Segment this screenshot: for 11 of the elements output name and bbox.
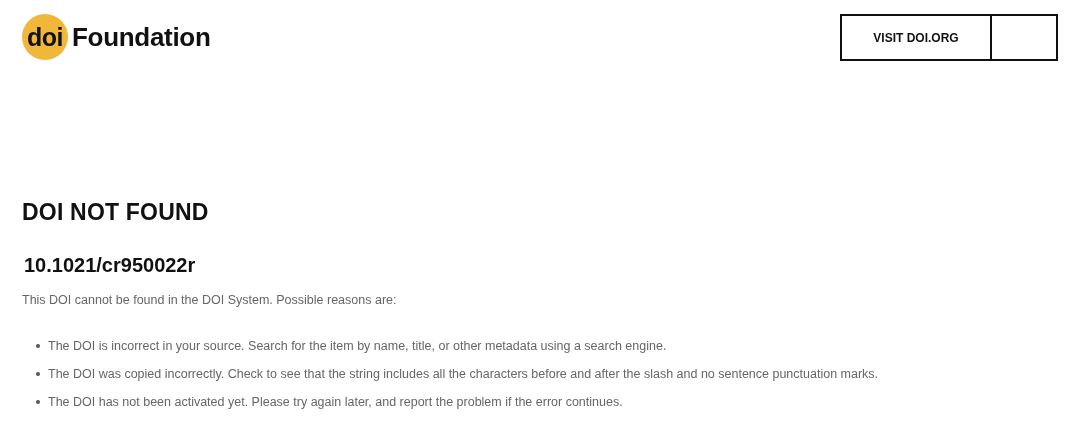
reason-text: The DOI was copied incorrectly. Check to see that the string includes all the characters before and after the slash and no sentence punctuation marks. — [48, 367, 879, 381]
doi-identifier: 10.1021/cr950022r — [24, 254, 197, 277]
bullet-icon — [36, 400, 40, 404]
bullet-icon — [36, 344, 40, 348]
logo-text: Foundation — [72, 21, 211, 53]
reason-text: The DOI has not been activated yet. Please try again later, and report the problem if the error continues. — [48, 395, 623, 409]
intro-text: This DOI cannot be found in the DOI System. Possible reasons are: — [22, 293, 398, 307]
bullet-icon — [36, 372, 40, 376]
reason-text: The DOI is incorrect in your source. Search for the item by name, title, or other metadata using a search engine. — [48, 339, 667, 353]
page-title: DOI NOT FOUND — [22, 199, 210, 226]
logo-badge: doi — [22, 14, 68, 60]
